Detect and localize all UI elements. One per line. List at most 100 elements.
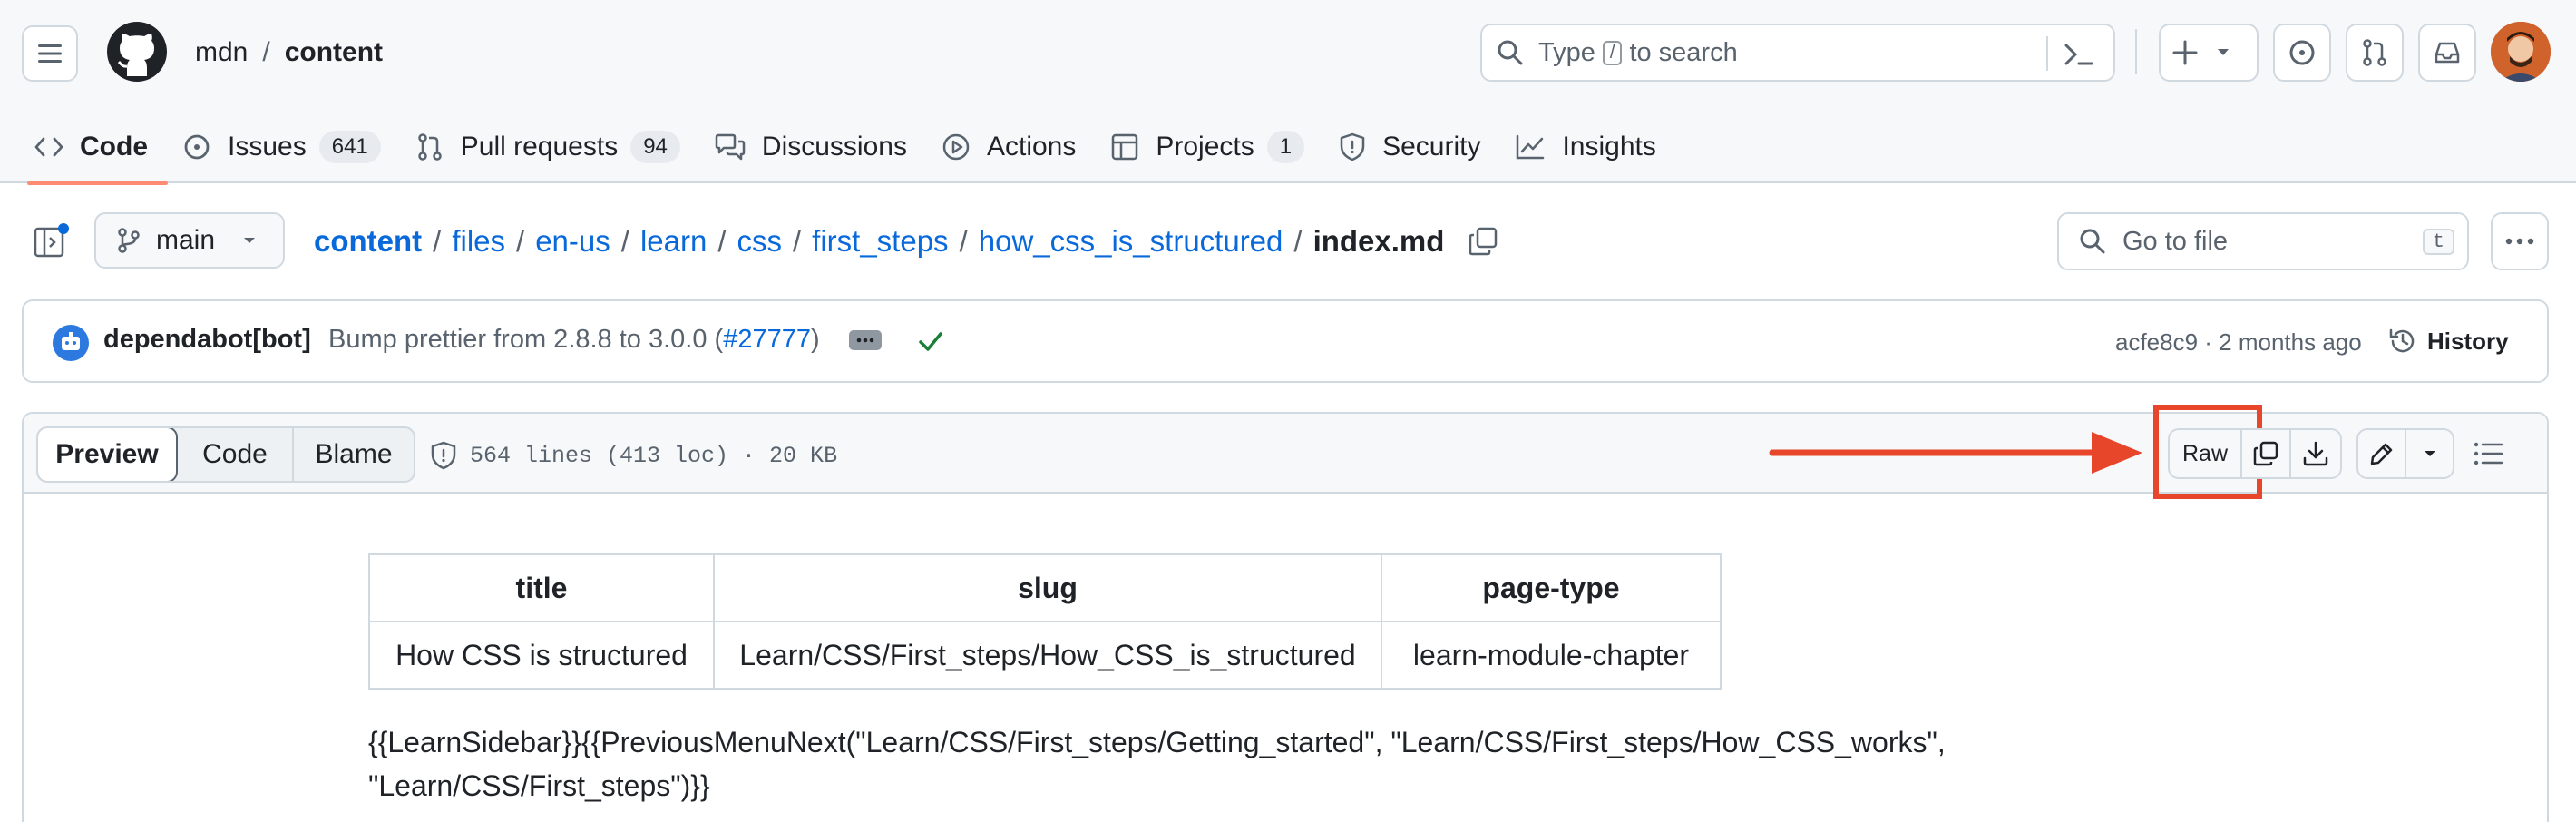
inbox-icon [2435, 42, 2460, 64]
tab-pull-requests-label: Pull requests [460, 132, 619, 161]
shield-icon [1340, 132, 1365, 161]
tab-projects[interactable]: Projects 1 [1098, 111, 1326, 183]
search-prefix: Type [1538, 37, 1595, 67]
search-icon [2080, 229, 2105, 254]
branch-selector[interactable]: main [94, 212, 285, 269]
commit-message-suffix: ) [810, 325, 820, 354]
search-icon [1498, 40, 1523, 65]
commit-author[interactable]: dependabot[bot] [103, 325, 311, 355]
breadcrumb-how-css-is-structured[interactable]: how_css_is_structured [979, 224, 1283, 259]
breadcrumb-en-us[interactable]: en-us [535, 224, 610, 259]
code-view-tab[interactable]: Code [178, 428, 292, 481]
table-header-row: title slug page-type [368, 553, 1722, 622]
expand-commit-button[interactable] [849, 330, 882, 350]
breadcrumb: content / files / en-us / learn / css / … [314, 218, 1498, 265]
tab-code-label: Code [80, 132, 148, 161]
tab-pull-requests[interactable]: Pull requests 94 [403, 111, 702, 183]
dependabot-avatar[interactable] [53, 325, 89, 361]
owner-link[interactable]: mdn [195, 37, 248, 68]
table-cell: How CSS is structured [368, 621, 715, 690]
tab-discussions-label: Discussions [761, 132, 907, 161]
tab-projects-label: Projects [1156, 132, 1254, 161]
side-panel-toggle[interactable] [31, 221, 71, 261]
list-unordered-icon [2474, 442, 2503, 465]
tab-security-label: Security [1382, 132, 1481, 161]
commit-sha-and-time[interactable]: acfe8c9 · 2 months ago [2115, 328, 2362, 357]
play-icon [942, 133, 970, 161]
github-logo-icon[interactable] [107, 22, 167, 82]
commit-message[interactable]: Bump prettier from 2.8.8 to 3.0.0 ( #277… [328, 325, 820, 355]
breadcrumb-content[interactable]: content [314, 224, 422, 259]
code-icon [34, 137, 63, 157]
tab-issues-label: Issues [228, 132, 307, 161]
column-header: title [368, 553, 715, 622]
copy-raw-button[interactable] [2242, 430, 2291, 477]
go-to-file-input[interactable]: Go to file t [2057, 212, 2469, 270]
table-cell: learn-module-chapter [1381, 621, 1722, 690]
avatar[interactable] [2491, 22, 2551, 82]
menu-button[interactable] [22, 25, 78, 82]
table-cell: Learn/CSS/First_steps/How_CSS_is_structu… [713, 621, 1382, 690]
raw-button[interactable]: Raw [2168, 428, 2242, 479]
file-info-text: 564 lines (413 loc) · 20 KB [470, 442, 838, 469]
tab-insights[interactable]: Insights [1502, 111, 1677, 183]
table-row: How CSS is structured Learn/CSS/First_st… [368, 621, 1722, 690]
download-raw-button[interactable] [2291, 430, 2340, 477]
raw-button-label: Raw [2181, 440, 2228, 466]
tab-code[interactable]: Code [22, 111, 170, 185]
pull-requests-count-badge: 94 [630, 131, 680, 163]
robot-icon [62, 332, 80, 350]
breadcrumb-files[interactable]: files [452, 224, 505, 259]
tab-issues[interactable]: Issues 641 [170, 111, 403, 183]
outline-button[interactable] [2473, 439, 2505, 468]
global-header: mdn / content Type / to search Code Issu… [0, 0, 2576, 185]
inbox-button[interactable] [2418, 24, 2476, 82]
frontmatter-table: title slug page-type How CSS is structur… [368, 553, 1722, 690]
tab-insights-label: Insights [1562, 132, 1656, 161]
tab-discussions[interactable]: Discussions [702, 111, 929, 183]
more-options-button[interactable] [2491, 212, 2549, 270]
pencil-icon [2370, 443, 2392, 465]
branch-name: main [156, 225, 216, 255]
search-input[interactable]: Type / to search [1480, 24, 2115, 82]
repo-title: mdn / content [195, 33, 383, 73]
history-icon [2389, 328, 2415, 353]
blame-view-tab[interactable]: Blame [292, 428, 414, 481]
edit-button-group [2356, 428, 2454, 479]
repo-link[interactable]: content [285, 37, 383, 68]
copy-path-icon[interactable] [1468, 226, 1498, 257]
commit-message-prefix: Bump prettier from 2.8.8 to 3.0.0 ( [328, 325, 724, 354]
comment-discussion-icon [715, 133, 746, 161]
search-suffix: to search [1629, 37, 1738, 67]
shield-icon [431, 441, 456, 470]
check-icon[interactable] [916, 327, 945, 356]
header-divider [2135, 29, 2137, 74]
history-label: History [2427, 327, 2509, 355]
command-palette-icon[interactable] [2063, 40, 2095, 69]
breadcrumb-learn[interactable]: learn [640, 224, 707, 259]
preview-tab[interactable]: Preview [38, 428, 178, 481]
tab-actions[interactable]: Actions [929, 111, 1098, 183]
file-name: index.md [1312, 224, 1445, 258]
pull-requests-button[interactable] [2346, 24, 2404, 82]
create-new-button[interactable] [2159, 24, 2259, 82]
commit-pr-link[interactable]: #27777 [723, 325, 811, 355]
search-shortcut-key: / [1602, 40, 1623, 65]
go-to-file-placeholder: Go to file [2122, 226, 2229, 256]
column-header: page-type [1381, 553, 1722, 622]
download-icon [2303, 441, 2328, 466]
edit-file-button[interactable] [2358, 430, 2406, 477]
content-line: {{LearnSidebar}}{{PreviousMenuNext("Lear… [368, 726, 1946, 758]
kebab-horizontal-icon [2505, 238, 2534, 245]
issue-opened-icon [184, 134, 210, 160]
table-icon [1112, 133, 1138, 161]
history-button[interactable]: History [2387, 321, 2509, 361]
breadcrumb-css[interactable]: css [737, 224, 783, 259]
column-header: slug [713, 553, 1382, 622]
edit-options-dropdown[interactable] [2406, 430, 2453, 477]
breadcrumb-first-steps[interactable]: first_steps [812, 224, 948, 259]
issues-button[interactable] [2273, 24, 2331, 82]
chevron-down-icon [2424, 451, 2435, 456]
tab-security[interactable]: Security [1326, 111, 1502, 183]
tab-actions-label: Actions [986, 132, 1077, 161]
